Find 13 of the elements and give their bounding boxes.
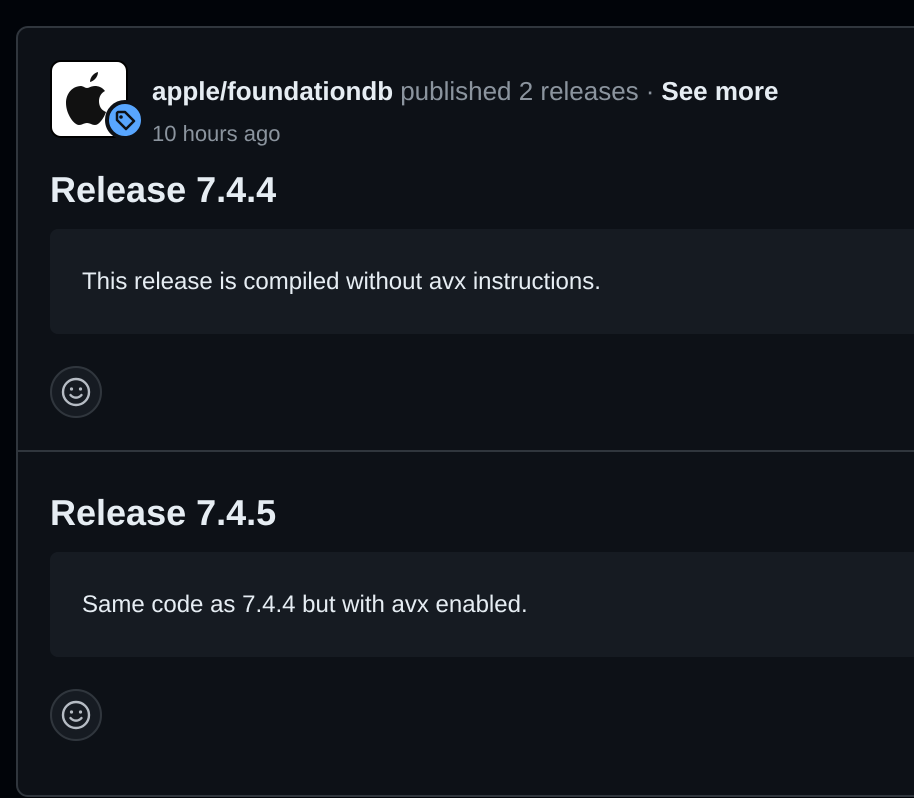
release-title[interactable]: Release 7.4.4 — [50, 169, 914, 211]
separator-dot: · — [646, 76, 654, 107]
release-notes: This release is compiled without avx instructions. — [50, 229, 914, 334]
timestamp: 10 hours ago — [152, 121, 282, 147]
reaction-button[interactable] — [50, 366, 102, 418]
release-notes: Same code as 7.4.4 but with avx enabled. — [50, 552, 914, 657]
repo-link[interactable]: apple/foundationdb — [152, 76, 394, 107]
see-more-link[interactable]: See more — [661, 76, 778, 107]
reaction-button[interactable] — [50, 689, 102, 741]
smiley-icon — [60, 376, 92, 408]
release-title[interactable]: Release 7.4.5 — [50, 492, 914, 534]
action-text: published 2 releases — [400, 76, 639, 107]
smiley-icon — [60, 699, 92, 731]
